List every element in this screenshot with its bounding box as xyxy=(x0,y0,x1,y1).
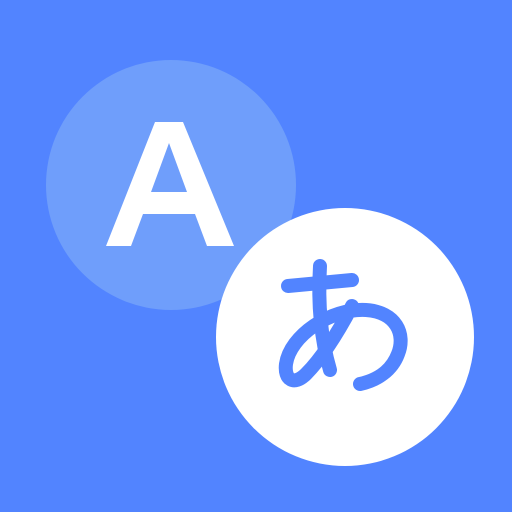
translate-app-icon: A あ xyxy=(0,0,512,512)
letter-hiragana-a-glyph xyxy=(278,259,408,391)
